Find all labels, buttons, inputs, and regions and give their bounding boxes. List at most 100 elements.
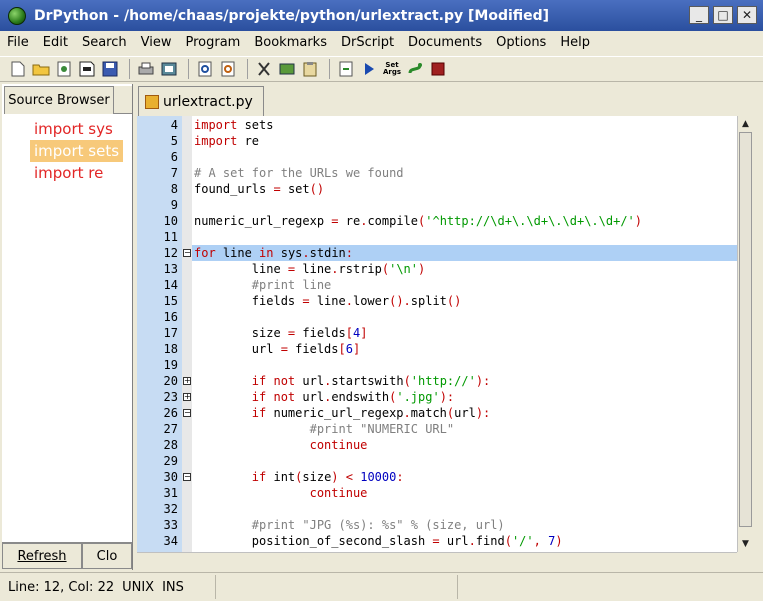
maximize-button[interactable]: □ bbox=[713, 6, 733, 24]
code-line[interactable]: #print line bbox=[192, 277, 737, 293]
code-line[interactable]: import sets bbox=[192, 117, 737, 133]
current-code-line[interactable]: for line in sys.stdin: bbox=[192, 245, 737, 261]
find-icon[interactable] bbox=[195, 59, 215, 79]
tab-source-browser[interactable]: Source Browser bbox=[4, 86, 114, 114]
line-number: 14 bbox=[163, 278, 178, 292]
cursor-position: Line: 12, Col: 22 bbox=[8, 579, 115, 595]
save-as-icon[interactable] bbox=[77, 59, 97, 79]
reload-icon[interactable] bbox=[54, 59, 74, 79]
menu-file[interactable]: File bbox=[0, 35, 36, 50]
file-tab-label: urlextract.py bbox=[163, 93, 253, 110]
menu-search[interactable]: Search bbox=[75, 35, 134, 50]
code-line[interactable]: if int(size) < 10000: bbox=[192, 469, 737, 485]
menu-edit[interactable]: Edit bbox=[36, 35, 75, 50]
toolbar-separator bbox=[247, 59, 248, 79]
edit-mode: INS bbox=[162, 579, 184, 595]
menu-bar: File Edit Search View Program Bookmarks … bbox=[0, 31, 763, 53]
code-line[interactable]: if not url.endswith('.jpg'): bbox=[192, 389, 737, 405]
code-line[interactable] bbox=[192, 357, 737, 373]
menu-drscript[interactable]: DrScript bbox=[334, 35, 401, 50]
fold-collapse-icon[interactable]: − bbox=[183, 409, 191, 417]
horizontal-scrollbar[interactable] bbox=[137, 552, 737, 567]
replace-icon[interactable] bbox=[218, 59, 238, 79]
code-line[interactable]: size = fields[4] bbox=[192, 325, 737, 341]
clear-icon[interactable] bbox=[336, 59, 356, 79]
line-number: 15 bbox=[163, 294, 178, 308]
menu-help[interactable]: Help bbox=[553, 35, 597, 50]
code-line[interactable]: import re bbox=[192, 133, 737, 149]
print-icon[interactable] bbox=[136, 59, 156, 79]
refresh-button[interactable]: Refresh bbox=[2, 543, 82, 569]
scroll-up-icon[interactable]: ▲ bbox=[738, 116, 753, 131]
source-item-import-sys[interactable]: import sys bbox=[30, 118, 123, 140]
open-folder-icon[interactable] bbox=[31, 59, 51, 79]
code-line[interactable] bbox=[192, 453, 737, 469]
code-line[interactable] bbox=[192, 149, 737, 165]
code-line[interactable] bbox=[192, 309, 737, 325]
minimize-button[interactable]: _ bbox=[689, 6, 709, 24]
code-line[interactable]: fields = line.lower().split() bbox=[192, 293, 737, 309]
code-line[interactable]: # A set for the URLs we found bbox=[192, 165, 737, 181]
line-number: 6 bbox=[170, 150, 178, 164]
line-number: 19 bbox=[163, 358, 178, 372]
code-line[interactable]: url = fields[6] bbox=[192, 341, 737, 357]
line-number: 13 bbox=[163, 262, 178, 276]
stop-icon[interactable] bbox=[428, 59, 448, 79]
menu-documents[interactable]: Documents bbox=[401, 35, 489, 50]
menu-program[interactable]: Program bbox=[178, 35, 247, 50]
modified-file-icon bbox=[145, 94, 159, 109]
code-line[interactable]: continue bbox=[192, 485, 737, 501]
save-icon[interactable] bbox=[100, 59, 120, 79]
copy-icon[interactable] bbox=[277, 59, 297, 79]
drpython-logo-icon bbox=[8, 6, 26, 25]
line-number: 26 bbox=[163, 406, 178, 420]
code-line[interactable] bbox=[192, 197, 737, 213]
line-number: 9 bbox=[170, 198, 178, 212]
scroll-thumb[interactable] bbox=[739, 132, 752, 527]
source-item-import-re[interactable]: import re bbox=[30, 162, 123, 184]
code-line[interactable]: numeric_url_regexp = re.compile('^http:/… bbox=[192, 213, 737, 229]
close-button[interactable]: ✕ bbox=[737, 6, 757, 24]
window-controls: _ □ ✕ bbox=[689, 6, 757, 24]
code-line[interactable]: if not url.startswith('http://'): bbox=[192, 373, 737, 389]
code-line[interactable]: found_urls = set() bbox=[192, 181, 737, 197]
set-args-icon[interactable]: Set Args bbox=[382, 59, 402, 79]
scroll-down-icon[interactable]: ▼ bbox=[738, 536, 753, 551]
line-number: 27 bbox=[163, 422, 178, 436]
print-preview-icon[interactable] bbox=[159, 59, 179, 79]
tab-urlextract[interactable]: urlextract.py bbox=[138, 86, 264, 116]
code-line[interactable] bbox=[192, 229, 737, 245]
vertical-scrollbar[interactable]: ▲ ▼ bbox=[737, 116, 754, 552]
fold-expand-icon[interactable]: + bbox=[183, 377, 191, 385]
tab-strip-filler bbox=[114, 86, 132, 114]
refresh-label: Refresh bbox=[17, 548, 67, 564]
python-icon[interactable] bbox=[405, 59, 425, 79]
toolbar-separator bbox=[329, 59, 330, 79]
run-icon[interactable] bbox=[359, 59, 379, 79]
code-line[interactable]: position_of_second_slash = url.find('/',… bbox=[192, 533, 737, 549]
menu-bookmarks[interactable]: Bookmarks bbox=[247, 35, 334, 50]
code-line[interactable]: if numeric_url_regexp.match(url): bbox=[192, 405, 737, 421]
source-browser-buttons: Refresh Clo bbox=[2, 542, 132, 571]
menu-options[interactable]: Options bbox=[489, 35, 553, 50]
code-editor[interactable]: import sets import re # A set for the URLs… bbox=[192, 116, 737, 552]
cut-icon[interactable] bbox=[254, 59, 274, 79]
menu-view[interactable]: View bbox=[134, 35, 179, 50]
paste-icon[interactable] bbox=[300, 59, 320, 79]
title-bar: DrPython - /home/chaas/projekte/python/u… bbox=[0, 0, 763, 31]
code-line[interactable]: #print "NUMERIC URL" bbox=[192, 421, 737, 437]
code-line[interactable]: line = line.rstrip('\n') bbox=[192, 261, 737, 277]
status-divider bbox=[215, 575, 216, 599]
source-item-import-sets[interactable]: import sets bbox=[30, 140, 124, 162]
code-line[interactable] bbox=[192, 501, 737, 517]
code-line[interactable]: #print "JPG (%s): %s" % (size, url) bbox=[192, 517, 737, 533]
new-file-icon[interactable] bbox=[8, 59, 28, 79]
code-line[interactable]: continue bbox=[192, 437, 737, 453]
fold-collapse-icon[interactable]: − bbox=[183, 473, 191, 481]
line-number: 31 bbox=[163, 486, 178, 500]
line-number: 4 bbox=[170, 118, 178, 132]
close-panel-button[interactable]: Clo bbox=[82, 543, 132, 569]
fold-collapse-icon[interactable]: − bbox=[183, 249, 191, 257]
fold-expand-icon[interactable]: + bbox=[183, 393, 191, 401]
status-bar: Line: 12, Col: 22 UNIX INS bbox=[0, 572, 763, 601]
